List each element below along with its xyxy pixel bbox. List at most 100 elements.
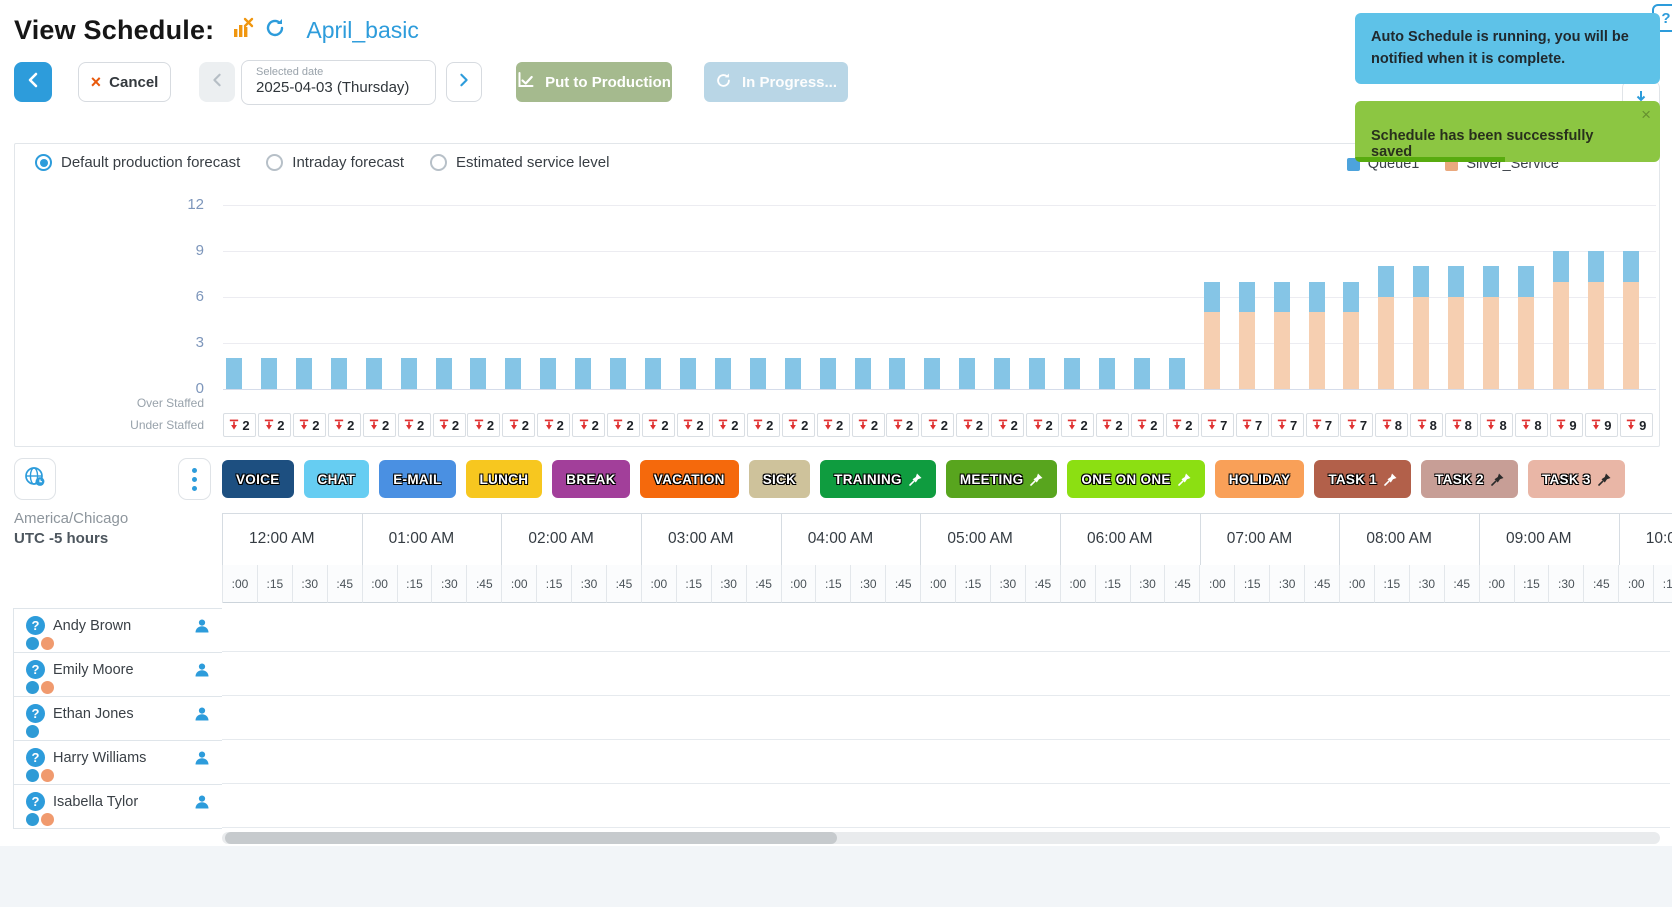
quarter-header-cell[interactable]: :15 (956, 565, 991, 603)
next-date-button[interactable] (446, 62, 482, 102)
schedule-row-ethan-jones[interactable] (222, 696, 1670, 740)
activity-voice[interactable]: VOICE (222, 460, 294, 498)
quarter-header-cell[interactable]: :45 (747, 565, 782, 603)
schedule-row-andy-brown[interactable] (222, 608, 1670, 652)
quarter-header-cell[interactable]: :15 (1515, 565, 1550, 603)
activity-task-3[interactable]: TASK 3 (1528, 460, 1625, 498)
help-badge-icon[interactable]: ? (26, 616, 45, 635)
quarter-header-cell[interactable]: :00 (1480, 565, 1515, 603)
activity-sick[interactable]: SICK (749, 460, 810, 498)
quarter-header-cell[interactable]: :15 (677, 565, 712, 603)
quarter-header-cell[interactable]: :30 (712, 565, 747, 603)
hour-header-cell[interactable]: 06:00 AM (1061, 514, 1201, 566)
activity-vacation[interactable]: VACATION (640, 460, 739, 498)
forecast-radio-intraday-forecast[interactable]: Intraday forecast (266, 154, 404, 171)
quarter-header-cell[interactable]: :00 (1061, 565, 1096, 603)
help-badge-icon[interactable]: ? (26, 660, 45, 679)
quarter-header-cell[interactable]: :30 (851, 565, 886, 603)
quarter-header-cell[interactable]: :45 (467, 565, 502, 603)
quarter-header-cell[interactable]: :00 (1619, 565, 1654, 603)
activity-one-on-one[interactable]: ONE ON ONE (1067, 460, 1204, 498)
quarter-header-cell[interactable]: :45 (1026, 565, 1061, 603)
activity-holiday[interactable]: HOLIDAY (1215, 460, 1305, 498)
horizontal-scrollbar[interactable] (222, 832, 1660, 844)
person-icon[interactable] (194, 662, 210, 683)
hour-header-cell[interactable]: 12:00 AM (223, 514, 363, 566)
quarter-header-cell[interactable]: :00 (1340, 565, 1375, 603)
activity-training[interactable]: TRAINING (820, 460, 936, 498)
hour-header-cell[interactable]: 04:00 AM (782, 514, 922, 566)
quarter-header-cell[interactable]: :45 (1445, 565, 1480, 603)
quarter-header-cell[interactable]: :45 (607, 565, 642, 603)
quarter-header-cell[interactable]: :30 (1549, 565, 1584, 603)
scrollbar-thumb[interactable] (225, 832, 837, 844)
activity-chat[interactable]: CHAT (304, 460, 370, 498)
hour-header-cell[interactable]: 07:00 AM (1201, 514, 1341, 566)
forecast-radio-estimated-service-level[interactable]: Estimated service level (430, 154, 609, 171)
hour-header-cell[interactable]: 03:00 AM (642, 514, 782, 566)
put-to-production-button[interactable]: Put to Production (516, 62, 672, 102)
quarter-header-cell[interactable]: :15 (537, 565, 572, 603)
person-icon[interactable] (194, 618, 210, 639)
quarter-header-cell[interactable]: :45 (1165, 565, 1200, 603)
schedule-row-emily-moore[interactable] (222, 652, 1670, 696)
employee-row-harry-williams[interactable]: ?Harry Williams (14, 741, 222, 785)
quarter-header-cell[interactable]: :00 (642, 565, 677, 603)
activity-task-2[interactable]: TASK 2 (1421, 460, 1518, 498)
previous-date-button[interactable] (199, 62, 235, 102)
employee-row-andy-brown[interactable]: ?Andy Brown (14, 609, 222, 653)
cancel-button[interactable]: × Cancel (78, 62, 171, 102)
quarter-header-cell[interactable]: :45 (328, 565, 363, 603)
activity-task-1[interactable]: TASK 1 (1314, 460, 1411, 498)
activity-e-mail[interactable]: E-MAIL (379, 460, 455, 498)
quarter-header-cell[interactable]: :15 (1375, 565, 1410, 603)
quarter-header-cell[interactable]: :45 (1305, 565, 1340, 603)
quarter-header-cell[interactable]: :30 (572, 565, 607, 603)
quarter-header-cell[interactable]: :45 (1584, 565, 1619, 603)
schedule-row-isabella-tylor[interactable] (222, 784, 1670, 828)
schedule-name-link[interactable]: April_basic (306, 17, 419, 44)
quarter-header-cell[interactable]: :15 (1654, 565, 1672, 603)
quarter-header-cell[interactable]: :45 (886, 565, 921, 603)
hour-header-cell[interactable]: 02:00 AM (502, 514, 642, 566)
quarter-header-cell[interactable]: :15 (816, 565, 851, 603)
activity-break[interactable]: BREAK (552, 460, 630, 498)
timezone-button[interactable] (14, 458, 56, 500)
hour-header-cell[interactable]: 08:00 AM (1340, 514, 1480, 566)
hour-header-cell[interactable]: 10:00 AM (1620, 514, 1672, 566)
quarter-header-cell[interactable]: :30 (293, 565, 328, 603)
back-button[interactable] (14, 62, 52, 102)
person-icon[interactable] (194, 750, 210, 771)
selected-date-field[interactable]: Selected date 2025-04-03 (Thursday) (241, 60, 436, 105)
hour-header-cell[interactable]: 05:00 AM (921, 514, 1061, 566)
activity-lunch[interactable]: LUNCH (466, 460, 543, 498)
close-icon[interactable]: × (1641, 105, 1651, 125)
quarter-header-cell[interactable]: :00 (782, 565, 817, 603)
quarter-header-cell[interactable]: :30 (1270, 565, 1305, 603)
help-badge-icon[interactable]: ? (26, 748, 45, 767)
quarter-header-cell[interactable]: :00 (223, 565, 258, 603)
hour-header-cell[interactable]: 01:00 AM (363, 514, 503, 566)
quarter-header-cell[interactable]: :00 (363, 565, 398, 603)
quarter-header-cell[interactable]: :15 (258, 565, 293, 603)
quarter-header-cell[interactable]: :15 (398, 565, 433, 603)
quarter-header-cell[interactable]: :15 (1096, 565, 1131, 603)
help-badge-icon[interactable]: ? (26, 704, 45, 723)
quarter-header-cell[interactable]: :00 (1200, 565, 1235, 603)
person-icon[interactable] (194, 794, 210, 815)
employee-row-isabella-tylor[interactable]: ?Isabella Tylor (14, 785, 222, 829)
person-icon[interactable] (194, 706, 210, 727)
quarter-header-cell[interactable]: :30 (991, 565, 1026, 603)
quarter-header-cell[interactable]: :30 (1410, 565, 1445, 603)
quarter-header-cell[interactable]: :30 (1131, 565, 1166, 603)
activity-meeting[interactable]: MEETING (946, 460, 1058, 498)
quarter-header-cell[interactable]: :00 (502, 565, 537, 603)
hour-header-cell[interactable]: 09:00 AM (1480, 514, 1620, 566)
forecast-radio-default-production-forecast[interactable]: Default production forecast (35, 154, 240, 171)
employee-row-ethan-jones[interactable]: ?Ethan Jones (14, 697, 222, 741)
quarter-header-cell[interactable]: :00 (921, 565, 956, 603)
help-badge-icon[interactable]: ? (26, 792, 45, 811)
schedule-row-harry-williams[interactable] (222, 740, 1670, 784)
schedule-menu-button[interactable] (178, 458, 211, 500)
quarter-header-cell[interactable]: :30 (432, 565, 467, 603)
